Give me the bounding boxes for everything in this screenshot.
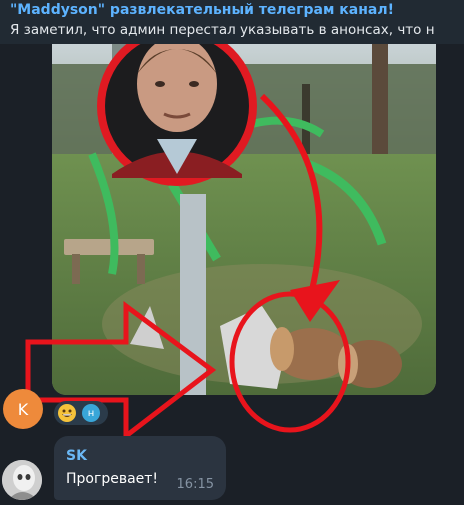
avatar-letter: K (17, 399, 29, 419)
reactor-avatar: н (82, 404, 100, 422)
message-bubble[interactable]: SK Прогревает! 16:15 (54, 436, 226, 500)
sender-name[interactable]: SK (66, 448, 87, 464)
curved-arrow (259, 93, 323, 291)
message-time: 16:15 (176, 477, 214, 492)
avatar-k[interactable]: K (3, 389, 43, 429)
avatar-sk[interactable] (2, 460, 42, 500)
grinning-face-emoji-icon (58, 404, 76, 422)
reaction-chip[interactable]: н (54, 401, 108, 425)
message-text: Прогревает! (66, 471, 159, 487)
annotation-overlay (25, 93, 351, 442)
highlight-circle (229, 291, 351, 433)
